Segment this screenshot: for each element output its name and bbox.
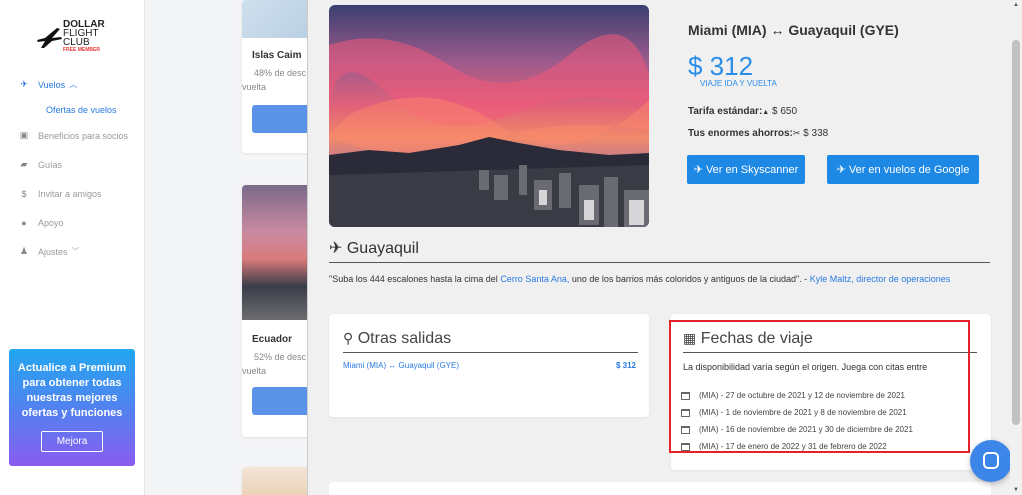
view-skyscanner-button[interactable]: ✈ Ver en Skyscanner — [687, 155, 805, 184]
mountain-icon: ▲ — [762, 109, 770, 116]
deal-card-button[interactable] — [252, 105, 312, 133]
route-title: Miami (MIA) ↔ Guayaquil (GYE) — [688, 22, 899, 38]
deal-detail-panel: Miami (MIA) ↔ Guayaquil (GYE) $ 312 VIAJ… — [307, 0, 1022, 495]
logo-line-4: FREE MEMBER — [63, 47, 100, 53]
next-section-card — [329, 482, 991, 495]
deal-card-desc: vuelta — [242, 82, 267, 92]
price-note: VIAJE IDA Y VUELTA — [700, 79, 777, 88]
deal-card-next[interactable] — [242, 467, 312, 495]
sidebar-item-label: Guías — [38, 159, 63, 170]
book-icon: ▰ — [20, 159, 28, 169]
savings-row: Tus enormes ahorros:✂ $ 338 — [688, 128, 828, 139]
chevron-up-icon: ︿ — [69, 80, 78, 89]
airplane-icon: ✈ — [836, 164, 846, 176]
chat-button[interactable] — [970, 440, 1012, 482]
deal-card-button[interactable] — [252, 387, 312, 415]
divider — [329, 262, 990, 263]
airplane-icon: ✈ — [693, 164, 703, 176]
scroll-down-arrow-icon[interactable]: ▼ — [1013, 487, 1019, 493]
airplane-icon: ✈ — [20, 79, 28, 89]
deal-card-desc: vuelta — [242, 366, 267, 376]
sidebar-item-label: Ajustes — [38, 246, 68, 257]
chevron-down-icon: ﹀ — [71, 247, 80, 256]
premium-text: Actualice a Premium para obtener todas n… — [17, 362, 127, 419]
sidebar-nav: ✈ Vuelos ︿ Ofertas de vuelos ▣ Beneficio… — [0, 70, 145, 266]
author-link[interactable]: Kyle Maltz, director de operaciones — [810, 274, 951, 284]
sidebar-item-vuelos[interactable]: ✈ Vuelos ︿ — [0, 70, 145, 99]
deal-card-image — [242, 0, 312, 38]
sunset-cityscape-image — [329, 5, 649, 227]
departure-route: Miami (MIA) ↔ Guayaquil (GYE) — [343, 361, 460, 370]
standard-fare-value: $ 650 — [772, 106, 798, 117]
cerro-santa-ana-link[interactable]: Cerro Santa Ana, — [500, 274, 569, 284]
help-icon: ● — [21, 217, 27, 228]
sidebar-item-beneficios[interactable]: ▣ Beneficios para socios — [0, 121, 145, 150]
savings-label: Tus enormes ahorros: — [688, 128, 793, 139]
chat-icon — [983, 452, 999, 469]
destination-photo — [329, 5, 649, 227]
deal-card-desc: 52% de desc — [254, 352, 307, 362]
standard-fare-row: Tarifa estándar:▲ $ 650 — [688, 106, 797, 117]
sidebar-item-label: Vuelos — [38, 79, 66, 90]
user-icon: ♟ — [19, 246, 29, 256]
sidebar-item-ofertas-de-vuelos[interactable]: Ofertas de vuelos — [0, 99, 145, 121]
dollar-flight-club-logo[interactable]: DOLLAR FLIGHT CLUB FREE MEMBER — [35, 18, 115, 58]
departure-price: $ 312 — [615, 361, 636, 370]
standard-fare-label: Tarifa estándar: — [688, 106, 763, 117]
deal-card-image — [242, 467, 312, 495]
scrollbar[interactable]: ▲ ▼ — [1010, 0, 1022, 495]
city-quote: "Suba los 444 escalones hasta la cima de… — [329, 274, 951, 284]
sidebar-item-label: Apoyo — [38, 217, 64, 228]
deal-card-ecuador[interactable]: Ecuador 52% de desc vuelta — [242, 185, 312, 437]
other-departures-title: ⚲ Otras salidas — [343, 330, 452, 347]
logo-line-3: CLUB — [63, 37, 90, 48]
scrollbar-thumb[interactable] — [1012, 40, 1020, 425]
city-heading: ✈ Guayaquil — [329, 238, 419, 258]
airplane-icon: ✈ — [329, 240, 343, 257]
scroll-up-arrow-icon[interactable]: ▲ — [1013, 2, 1019, 8]
deal-card-islas-caiman[interactable]: Islas Caim 48% de desc vuelta — [242, 0, 312, 153]
deal-card-title: Islas Caim — [252, 50, 302, 61]
dollar-icon: $ — [21, 188, 27, 199]
deal-card-title: Ecuador — [252, 334, 293, 345]
sidebar: DOLLAR FLIGHT CLUB FREE MEMBER ✈ Vuelos … — [0, 0, 145, 495]
scissors-icon: ✂ — [792, 128, 801, 138]
sidebar-item-guias[interactable]: ▰ Guías — [0, 150, 145, 179]
highlight-box — [669, 320, 970, 453]
city-name: Guayaquil — [346, 240, 419, 257]
sidebar-item-label: Beneficios para socios — [38, 130, 129, 141]
location-pin-icon: ⚲ — [343, 330, 354, 346]
deal-price: $ 312 — [688, 51, 754, 81]
deal-card-image — [242, 185, 312, 320]
savings-value: $ 338 — [803, 128, 829, 139]
sidebar-item-ajustes[interactable]: ♟ Ajustes ﹀ — [0, 237, 145, 266]
divider — [343, 352, 638, 353]
camera-icon: ▣ — [19, 130, 29, 140]
sidebar-item-apoyo[interactable]: ● Apoyo — [0, 208, 145, 237]
deal-card-desc: 48% de desc — [254, 68, 307, 78]
view-google-flights-button[interactable]: ✈ Ver en vuelos de Google — [827, 155, 979, 184]
sidebar-item-label: Invitar a amigos — [38, 188, 102, 199]
airplane-logo-icon — [37, 28, 62, 48]
upgrade-button[interactable]: Mejora — [41, 431, 103, 452]
departure-row[interactable]: Miami (MIA) ↔ Guayaquil (GYE) $ 312 — [343, 361, 636, 370]
premium-promo: Actualice a Premium para obtener todas n… — [9, 349, 135, 466]
sidebar-item-invitar[interactable]: $ Invitar a amigos — [0, 179, 145, 208]
